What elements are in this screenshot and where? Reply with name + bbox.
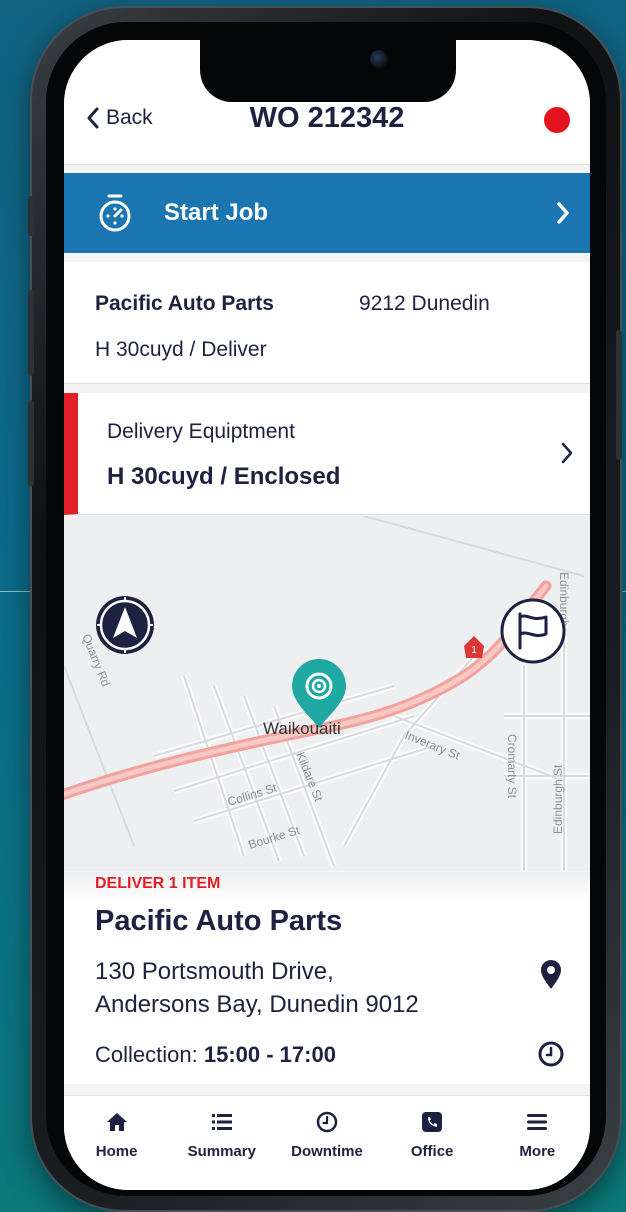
navigation-icon[interactable] [94, 594, 156, 656]
bottom-tab-bar: Home Summary Downtime Office More [64, 1095, 590, 1190]
tab-label: More [519, 1143, 556, 1160]
route-map[interactable]: 1 Quarry Rd Kildare St Collins St Bourke… [64, 516, 590, 871]
chevron-right-icon [557, 202, 569, 224]
clock-icon [316, 1111, 338, 1133]
map-town-label: Waikouaiti [263, 719, 341, 738]
phone-icon [422, 1112, 443, 1132]
tab-summary[interactable]: Summary [172, 1096, 272, 1190]
tab-label: Home [95, 1143, 138, 1160]
map-pin-icon[interactable] [540, 960, 562, 990]
power-button [616, 330, 622, 460]
stop-card: DELIVER 1 ITEM Pacific Auto Parts 130 Po… [64, 872, 590, 1084]
collection-time: 15:00 - 17:00 [203, 1042, 336, 1067]
delivery-equipment-row[interactable]: Delivery Equiptment H 30cuyd / Enclosed [64, 393, 590, 515]
tab-downtime[interactable]: Downtime [277, 1096, 377, 1190]
job-company: Pacific Auto Parts [95, 292, 274, 315]
side-button [28, 196, 34, 236]
equipment-value: H 30cuyd / Enclosed [107, 463, 341, 490]
job-info-panel: Pacific Auto Parts 9212 Dunedin H 30cuyd… [64, 262, 590, 384]
tab-home[interactable]: Home [67, 1096, 167, 1190]
tab-more[interactable]: More [487, 1096, 587, 1190]
tab-label: Downtime [291, 1143, 363, 1160]
route-marker: 1 [471, 645, 477, 656]
stop-name: Pacific Auto Parts [95, 905, 343, 937]
tab-label: Office [410, 1143, 454, 1160]
tab-office[interactable]: Office [382, 1096, 482, 1190]
address-line-2: Andersons Bay, Dunedin 9012 [95, 991, 419, 1018]
collection-label: Collection: [95, 1042, 198, 1067]
home-icon [106, 1113, 127, 1131]
volume-up-button [28, 290, 34, 376]
job-location: 9212 Dunedin [359, 292, 490, 315]
camera [370, 50, 388, 68]
menu-icon [527, 1114, 548, 1130]
volume-down-button [28, 400, 34, 486]
notch [200, 40, 456, 102]
start-job-button[interactable]: Start Job [64, 173, 590, 253]
status-dot [544, 107, 570, 133]
chevron-right-icon [561, 442, 573, 464]
street-label: Edinburgh St [551, 764, 565, 834]
app-screen: Back WO 212342 Start Job Pacific Auto Pa… [64, 40, 590, 1190]
tab-label: Summary [187, 1143, 256, 1160]
collection-window: Collection: 15:00 - 17:00 [95, 1042, 336, 1068]
flag-icon[interactable] [500, 598, 566, 664]
list-icon [211, 1114, 232, 1130]
address-line-1: 130 Portsmouth Drive, [95, 958, 334, 985]
clock-icon[interactable] [538, 1041, 564, 1067]
stopwatch-icon [99, 194, 131, 232]
page-title: WO 212342 [249, 102, 405, 134]
start-job-label: Start Job [164, 199, 269, 226]
street-label: Cromarty St [505, 734, 519, 799]
equipment-label: Delivery Equiptment [107, 420, 295, 443]
task-label: DELIVER 1 ITEM [95, 875, 221, 892]
job-equipment: H 30cuyd / Deliver [95, 338, 267, 361]
